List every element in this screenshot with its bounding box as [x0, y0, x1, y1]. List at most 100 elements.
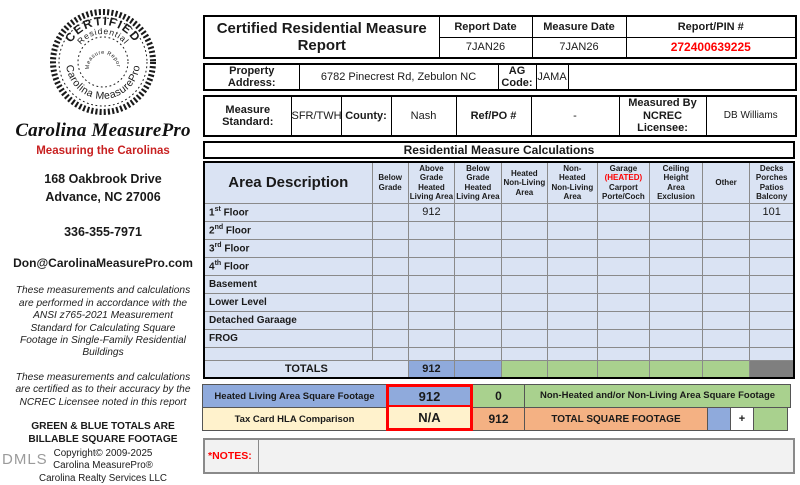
county-label: County:	[340, 95, 392, 137]
ag-code-label: AG Code:	[497, 63, 537, 91]
totals-cell	[649, 359, 703, 379]
report-body: Certified Residential Measure Report Rep…	[202, 15, 797, 475]
calc-cell: 101	[749, 202, 795, 222]
calculations-header-row: Area Description Below Grade Above Grade Heat…	[203, 161, 795, 204]
calc-cell	[596, 256, 651, 276]
tax-card-row: Tax Card HLA Comparison N/A 912 TOTAL SQ…	[202, 407, 795, 432]
col-header: Ceiling Height Area Exclusion	[649, 161, 703, 204]
hla-value: 912	[386, 384, 473, 409]
calc-cell	[596, 202, 651, 222]
report-date-label: Report Date	[438, 15, 533, 38]
ag-code-value: JAMA	[535, 63, 569, 91]
calc-cell	[649, 328, 703, 348]
col-header: Decks Porches Patios Balcony	[749, 161, 795, 204]
totals-cell	[749, 359, 795, 379]
calc-cell	[547, 256, 598, 276]
calc-cell	[701, 346, 751, 361]
svg-text:Measure Report: Measure Report	[85, 50, 121, 70]
calc-cell	[371, 238, 409, 258]
calc-cell	[371, 310, 409, 330]
totals-cell	[701, 359, 751, 379]
calc-cell	[407, 346, 456, 361]
calc-cell	[371, 256, 409, 276]
report-title: Certified Residential Measure Report	[203, 15, 440, 59]
calc-cell	[547, 202, 598, 222]
calc-cell	[454, 292, 502, 312]
address-spare-cell	[567, 63, 797, 91]
calc-cell	[649, 274, 703, 294]
calc-cell	[547, 310, 598, 330]
calc-cell	[649, 346, 703, 361]
table-row: Basement	[203, 274, 795, 294]
table-row: 1st Floor 912 101	[203, 202, 795, 222]
report-header-table: Certified Residential Measure Report Rep…	[203, 15, 797, 59]
table-row: FROG	[203, 328, 795, 348]
calc-cell	[454, 274, 502, 294]
col-header: Heated Non-Living Area	[500, 161, 549, 204]
table-row: 2nd Floor	[203, 220, 795, 240]
table-row: Detached Garaage	[203, 310, 795, 330]
measured-by-label-line2: NCREC Licensee:	[637, 109, 688, 135]
ref-po-label: Ref/PO #	[455, 95, 532, 137]
totals-cell	[596, 359, 651, 379]
totals-cell	[454, 359, 502, 379]
calc-cell	[407, 220, 456, 240]
calc-cell	[701, 328, 751, 348]
calc-cell	[371, 202, 409, 222]
row-label: 3rd Floor	[203, 238, 373, 258]
property-address-value: 6782 Pinecrest Rd, Zebulon NC	[298, 63, 499, 91]
totals-cell	[500, 359, 549, 379]
row-label: 4th Floor	[203, 256, 373, 276]
calc-cell	[547, 328, 598, 348]
calc-cell	[749, 220, 795, 240]
row-label	[203, 346, 373, 361]
tax-card-label: Tax Card HLA Comparison	[202, 407, 387, 432]
measured-by-label: Measured By NCREC Licensee:	[618, 95, 707, 137]
measured-by-label-line1: Measured By	[628, 97, 697, 109]
calc-cell	[596, 328, 651, 348]
table-row	[203, 346, 795, 361]
report-date-value: 7JAN26	[438, 36, 533, 59]
totals-row: TOTALS 912	[203, 359, 795, 379]
phone-number: 336-355-7971	[64, 225, 142, 240]
calc-cell	[407, 238, 456, 258]
measure-date-value: 7JAN26	[531, 36, 627, 59]
calc-cell	[407, 310, 456, 330]
copyright-line-3: Carolina Realty Services LLC	[39, 473, 167, 485]
calc-cell	[454, 346, 502, 361]
calc-cell	[749, 328, 795, 348]
county-value: Nash	[390, 95, 457, 137]
sidebar: CERTIFIED Residential Carolina MeasurePr…	[8, 6, 198, 485]
ref-po-value: -	[530, 95, 620, 137]
calc-cell	[596, 292, 651, 312]
calc-cell	[371, 346, 409, 361]
calc-cell	[649, 256, 703, 276]
row-label: Basement	[203, 274, 373, 294]
calc-cell	[749, 292, 795, 312]
blue-legend-cell	[707, 407, 731, 432]
calc-cell	[701, 220, 751, 240]
col-header: Other	[701, 161, 751, 204]
calc-cell	[749, 256, 795, 276]
table-row: 3rd Floor	[203, 238, 795, 258]
calc-cell	[701, 238, 751, 258]
calc-cell	[649, 292, 703, 312]
col-header-area-description: Area Description	[203, 161, 373, 204]
brand-name: Carolina MeasurePro	[15, 120, 191, 141]
calc-cell	[454, 256, 502, 276]
calc-cell	[596, 346, 651, 361]
calc-cell	[701, 274, 751, 294]
calc-cell	[547, 346, 598, 361]
plus-sign: +	[730, 407, 754, 432]
notes-label: *NOTES:	[205, 440, 259, 473]
address-line-1: 168 Oakbrook Drive	[44, 172, 162, 186]
table-row: 4th Floor	[203, 256, 795, 276]
measure-standard-value: SFR/TWH	[290, 95, 342, 137]
measure-date-label: Measure Date	[531, 15, 627, 38]
property-address-label: Property Address:	[203, 63, 300, 91]
green-legend-cell	[753, 407, 788, 432]
calculations-section-title: Residential Measure Calculations	[203, 140, 795, 159]
seal-center-text: Measure Report	[85, 50, 121, 70]
brand-tagline: Measuring the Carolinas	[36, 145, 170, 157]
measure-standard-label: Measure Standard:	[203, 95, 292, 137]
